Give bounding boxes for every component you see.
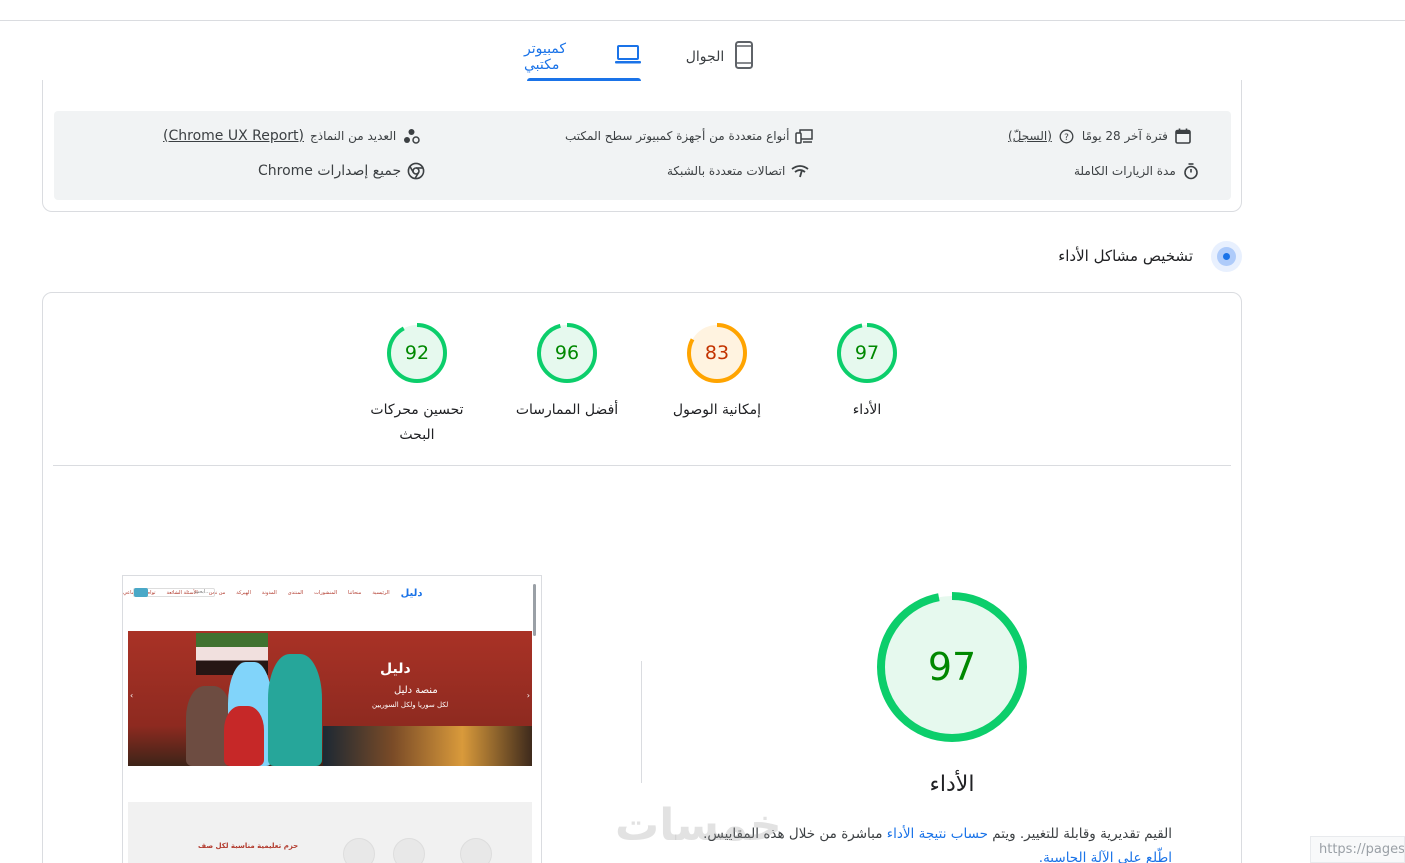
tab-desktop-label: كمبيوتر مكتبي — [524, 41, 567, 73]
gauge-score: 92 — [404, 342, 430, 364]
thumb-search: ابحث... — [133, 588, 215, 597]
thumb-nav-item: المنشورات — [314, 590, 337, 596]
gauge-label: الأداء — [852, 402, 882, 418]
diagnose-heading: تشخيص مشاكل الأداء — [1058, 247, 1193, 265]
chevron-right-icon: › — [526, 691, 530, 700]
devices-info: أنواع متعددة من أجهزة كمبيوتر سطح المكتب — [565, 127, 814, 145]
devices-text: أنواع متعددة من أجهزة كمبيوتر سطح المكتب — [565, 129, 790, 143]
period-text: فترة آخر 28 يومًا — [1081, 129, 1168, 143]
thumb-search-placeholder: ابحث... — [194, 589, 210, 595]
chrome-icon — [407, 162, 425, 180]
chrome-versions-info: جميع إصدارات Chrome — [258, 162, 425, 180]
performance-big-gauge: 97 — [876, 591, 1028, 743]
chrome-versions-text: جميع إصدارات Chrome — [258, 163, 402, 179]
gauge-ring: 96 — [536, 322, 598, 384]
chevron-left-icon: ‹ — [130, 691, 134, 700]
desc-part1: القيم تقديرية وقابلة للتغيير. ويتم — [992, 826, 1172, 842]
thumb-nav-item: المدونة — [261, 590, 277, 596]
thumb-circle — [393, 838, 425, 863]
perf-score-calc-link[interactable]: حساب نتيجة الأداء — [887, 826, 988, 842]
period-info: فترة آخر 28 يومًا ? (السجلّ) — [1008, 127, 1192, 145]
gauge-score: 97 — [854, 342, 880, 364]
thumb-circle — [343, 838, 375, 863]
samples-icon — [402, 127, 420, 145]
gauge-ring: 83 — [686, 322, 748, 384]
performance-big-score: 97 — [927, 645, 977, 689]
thumb-lower-text: حزم تعليمية مناسبة لكل صف — [198, 842, 299, 850]
vertical-separator — [641, 661, 642, 783]
gauge-seo[interactable]: 92 تحسين محركات البحث — [342, 322, 492, 448]
thumb-nav-item: منحاتنا — [348, 590, 362, 596]
divider — [53, 465, 1231, 466]
gauge-label: أفضل الممارسات — [515, 402, 619, 418]
gauge-ring: 97 — [836, 322, 898, 384]
hero-line1: منصة دليل — [394, 685, 438, 696]
gauge-ring: 92 — [386, 322, 448, 384]
help-icon[interactable]: ? — [1058, 127, 1076, 145]
thumb-lower-section: حزم تعليمية مناسبة لكل صف — [128, 802, 532, 863]
phone-icon — [734, 41, 754, 73]
gauge-label: إمكانية الوصول — [672, 402, 762, 418]
calendar-icon — [1174, 127, 1192, 145]
laptop-icon — [614, 44, 642, 70]
tab-mobile-label: الجوال — [685, 49, 725, 65]
lab-data-icon — [1211, 241, 1242, 272]
chrome-ux-report-link[interactable]: (Chrome UX Report) — [163, 128, 304, 144]
network-text: اتصالات متعددة بالشبكة — [667, 164, 786, 178]
gauge-performance[interactable]: 97 الأداء — [792, 322, 942, 423]
watermark: خمسات — [615, 800, 782, 851]
hero-figure — [224, 706, 264, 766]
full-visits-info: مدة الزيارات الكاملة — [1074, 162, 1200, 180]
network-info: اتصالات متعددة بالشبكة — [667, 162, 809, 180]
thumb-nav-item: الرئيسية — [372, 590, 390, 596]
samples-text: العديد من النماذج — [310, 129, 397, 143]
gauge-score: 96 — [554, 342, 580, 364]
hero-line2: لكل سوريا ولكل السوريين — [372, 701, 449, 709]
gauge-best-practices[interactable]: 96 أفضل الممارسات — [492, 322, 642, 423]
svg-text:?: ? — [1065, 133, 1070, 143]
gauge-accessibility[interactable]: 83 إمكانية الوصول — [642, 322, 792, 423]
full-visits-text: مدة الزيارات الكاملة — [1074, 164, 1176, 178]
field-data-info-panel — [54, 111, 1231, 200]
thumb-hero-banner: دليل منصة دليل لكل سوريا ولكل السوريين ‹… — [128, 631, 532, 766]
thumb-scrollbar — [533, 584, 536, 636]
top-bar — [0, 0, 1405, 21]
history-link[interactable]: (السجلّ) — [1008, 129, 1052, 143]
calculator-link[interactable]: اطّلع على الآلة الحاسبة. — [1039, 850, 1172, 863]
gauge-score: 83 — [704, 342, 730, 364]
thumb-nav-item: المنتدى — [287, 590, 304, 596]
gauge-label: تحسين محركات البحث — [370, 402, 464, 443]
thumb-logo: دليل — [400, 587, 423, 599]
thumb-nav-item: الهيركة — [236, 590, 251, 596]
hero-brand: دليل — [380, 661, 411, 677]
hero-cityscape — [323, 726, 532, 766]
thumb-circle — [460, 838, 492, 863]
samples-info: العديد من النماذج (Chrome UX Report) — [163, 127, 420, 145]
devices-icon — [795, 127, 814, 145]
final-screenshot: دليل الرئيسية منحاتنا المنشورات المنتدى … — [122, 575, 542, 863]
status-url-hint: https://pages — [1310, 836, 1405, 863]
performance-title: الأداء — [929, 772, 975, 797]
hero-figure — [268, 654, 322, 766]
wifi-icon — [791, 162, 809, 180]
timer-icon — [1182, 162, 1200, 180]
tab-desktop[interactable]: كمبيوتر مكتبي — [524, 34, 642, 80]
tab-mobile[interactable]: الجوال — [680, 34, 760, 80]
